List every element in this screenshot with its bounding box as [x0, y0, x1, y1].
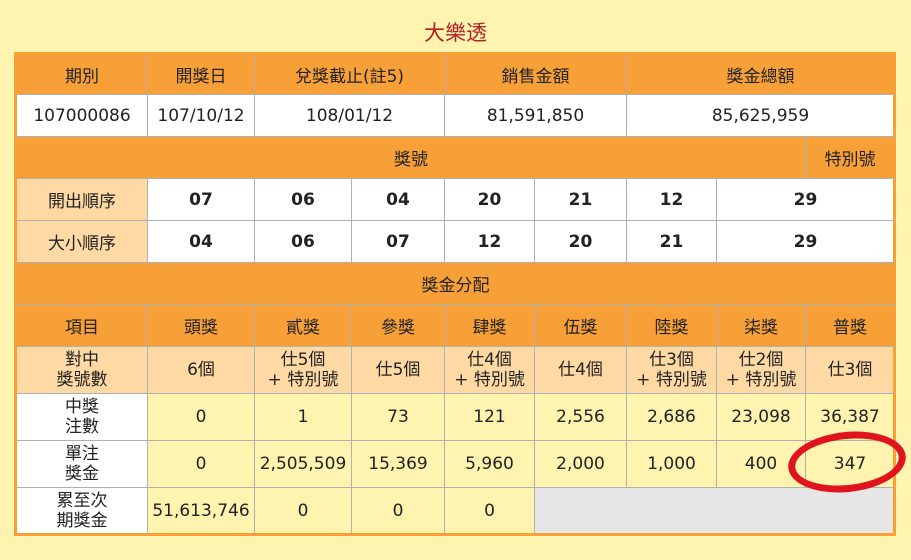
match-cell: 仕2個 + 特別號: [716, 346, 806, 394]
carry-over-value: 0: [351, 487, 445, 535]
prize-col: 陸獎: [626, 304, 717, 347]
value-sales-amount: 81,591,850: [444, 94, 627, 137]
winners-label: 中獎 注數: [15, 393, 148, 441]
draw-number: 07: [147, 178, 255, 221]
header-sales-amount: 銷售金額: [444, 53, 627, 95]
amount-value: 5,960: [444, 440, 535, 488]
draw-number: 12: [626, 178, 717, 221]
winners-value: 1: [254, 393, 352, 441]
carry-over-value: 0: [254, 487, 352, 535]
size-number: 04: [147, 220, 255, 263]
prize-col: 貳獎: [254, 304, 352, 347]
match-cell: 仕4個: [534, 346, 627, 394]
prize-col: 伍獎: [534, 304, 627, 347]
prize-header: 獎金分配: [15, 262, 895, 305]
winners-value: 0: [147, 393, 255, 441]
match-cell: 6個: [147, 346, 255, 394]
winners-row: 中獎 注數 0 1 73 121 2,556 2,686 23,098 36,38…: [15, 393, 895, 441]
info-value-row: 107000086 107/10/12 108/01/12 81,591,850…: [15, 94, 895, 137]
prize-col-item: 項目: [15, 304, 148, 347]
header-claim-deadline: 兌獎截止(註5): [254, 53, 445, 95]
prize-col: 肆獎: [444, 304, 535, 347]
amount-value: 2,505,509: [254, 440, 352, 488]
carry-over-value: 0: [444, 487, 535, 535]
winners-value: 23,098: [716, 393, 806, 441]
value-claim-deadline: 108/01/12: [254, 94, 445, 137]
match-cell: 仕5個 + 特別號: [254, 346, 352, 394]
size-number: 21: [626, 220, 717, 263]
winners-value: 73: [351, 393, 445, 441]
page-title: 大樂透: [424, 21, 487, 45]
special-header: 特別號: [805, 136, 895, 179]
carry-over-row: 累至次 期獎金 51,613,746 0 0 0: [15, 487, 895, 535]
numbers-header: 獎號: [15, 136, 806, 179]
draw-order-label: 開出順序: [15, 178, 148, 221]
match-cell: 仕3個: [805, 346, 895, 394]
amount-label: 單注 獎金: [15, 440, 148, 488]
amount-value: 1,000: [626, 440, 717, 488]
draw-number: 21: [534, 178, 627, 221]
amount-row: 單注 獎金 0 2,505,509 15,369 5,960 2,000 1,00…: [15, 440, 895, 488]
size-order-label: 大小順序: [15, 220, 148, 263]
match-cell: 仕4個 + 特別號: [444, 346, 535, 394]
amount-value: 2,000: [534, 440, 627, 488]
header-total-prize: 獎金總額: [626, 53, 895, 95]
match-cell: 仕5個: [351, 346, 445, 394]
size-number: 12: [444, 220, 535, 263]
lottery-results-table: 期別 開獎日 兌獎截止(註5) 銷售金額 獎金總額 107000086 107/…: [14, 52, 896, 536]
info-header-row: 期別 開獎日 兌獎截止(註5) 銷售金額 獎金總額: [15, 53, 895, 95]
value-total-prize: 85,625,959: [626, 94, 895, 137]
size-number: 20: [534, 220, 627, 263]
draw-special-number: 29: [716, 178, 895, 221]
carry-over-label: 累至次 期獎金: [15, 487, 148, 535]
carry-over-value: 51,613,746: [147, 487, 255, 535]
prize-col: 頭獎: [147, 304, 255, 347]
winners-value: 2,556: [534, 393, 627, 441]
draw-number: 04: [351, 178, 445, 221]
draw-number: 20: [444, 178, 535, 221]
size-special-number: 29: [716, 220, 895, 263]
header-draw-date: 開獎日: [147, 53, 255, 95]
prize-header-row: 獎金分配: [15, 262, 895, 305]
draw-number: 06: [254, 178, 352, 221]
size-order-row: 大小順序 04 06 07 12 20 21 29: [15, 220, 895, 263]
prize-col: 普獎: [805, 304, 895, 347]
numbers-header-row: 獎號 特別號: [15, 136, 895, 179]
winners-value: 121: [444, 393, 535, 441]
amount-value: 15,369: [351, 440, 445, 488]
size-number: 07: [351, 220, 445, 263]
winners-value: 2,686: [626, 393, 717, 441]
match-cell: 仕3個 + 特別號: [626, 346, 717, 394]
value-draw-date: 107/10/12: [147, 94, 255, 137]
prize-col: 柒獎: [716, 304, 806, 347]
amount-value: 0: [147, 440, 255, 488]
empty-cell: [534, 487, 895, 535]
prize-col: 參獎: [351, 304, 445, 347]
size-number: 06: [254, 220, 352, 263]
draw-order-row: 開出順序 07 06 04 20 21 12 29: [15, 178, 895, 221]
prize-columns-row: 項目 頭獎 貳獎 參獎 肆獎 伍獎 陸獎 柒獎 普獎: [15, 304, 895, 347]
header-period: 期別: [15, 53, 148, 95]
match-count-label: 對中 獎號數: [15, 346, 148, 394]
match-count-row: 對中 獎號數 6個 仕5個 + 特別號 仕5個 仕4個 + 特別號 仕4個 仕3個 + …: [15, 346, 895, 394]
value-period: 107000086: [15, 94, 148, 137]
